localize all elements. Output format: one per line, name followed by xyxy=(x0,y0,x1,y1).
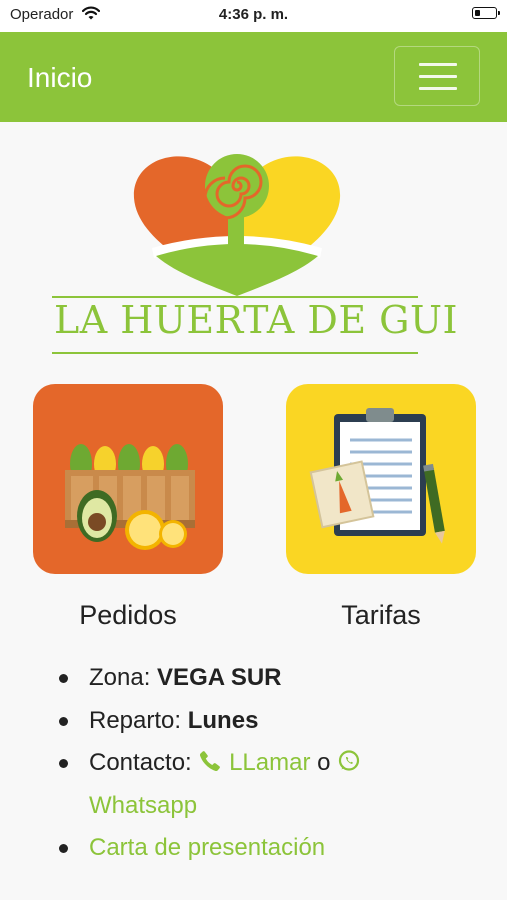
carta-item: Carta de presentación xyxy=(55,827,485,870)
phone-icon xyxy=(200,751,221,772)
info-list: Zona: VEGA SUR Reparto: Lunes Contacto: … xyxy=(55,657,485,870)
pedidos-label[interactable]: Pedidos xyxy=(33,600,223,631)
zona-label: Zona: xyxy=(89,664,151,691)
hamburger-icon-bar xyxy=(419,75,457,78)
status-bar: Operador 4:36 p. m. xyxy=(0,0,507,32)
brand-logo: LA HUERTA DE GUI xyxy=(52,146,458,361)
hamburger-icon-bar xyxy=(419,87,457,90)
carta-presentacion-link[interactable]: Carta de presentación xyxy=(89,834,325,861)
heart-tree-logo-icon xyxy=(133,154,341,296)
crate-of-vegetables-icon xyxy=(65,444,195,550)
zona-value: VEGA SUR xyxy=(157,664,282,691)
contacto-label: Contacto: xyxy=(89,749,192,776)
brand-name: LA HUERTA DE GUI xyxy=(54,298,459,342)
hamburger-menu-button[interactable] xyxy=(394,46,480,106)
clipboard-price-list-icon xyxy=(309,408,445,544)
contact-separator: o xyxy=(317,749,331,776)
clock: 4:36 p. m. xyxy=(218,6,289,23)
battery-icon xyxy=(472,7,500,19)
call-link[interactable]: LLamar xyxy=(198,749,317,776)
main-content: LA HUERTA DE GUI Pedidos Tarifas Zona: V… xyxy=(0,122,507,900)
navbar: Inicio xyxy=(0,32,507,122)
reparto-item: Reparto: Lunes xyxy=(55,700,485,743)
page-title[interactable]: Inicio xyxy=(27,62,92,94)
whatsapp-icon xyxy=(339,750,360,771)
zona-item: Zona: VEGA SUR xyxy=(55,657,485,700)
pedidos-tile[interactable] xyxy=(33,384,223,574)
tarifas-label[interactable]: Tarifas xyxy=(286,600,476,631)
reparto-value: Lunes xyxy=(187,706,259,734)
contacto-item: Contacto: LLamar o Whatsapp xyxy=(55,742,485,827)
reparto-label: Reparto: xyxy=(89,706,182,734)
whatsapp-link-label: Whatsapp xyxy=(89,791,198,819)
tarifas-tile[interactable] xyxy=(286,384,476,574)
brand-rule-bottom xyxy=(52,352,418,354)
call-link-label: LLamar xyxy=(229,749,311,776)
hamburger-icon xyxy=(419,63,457,66)
